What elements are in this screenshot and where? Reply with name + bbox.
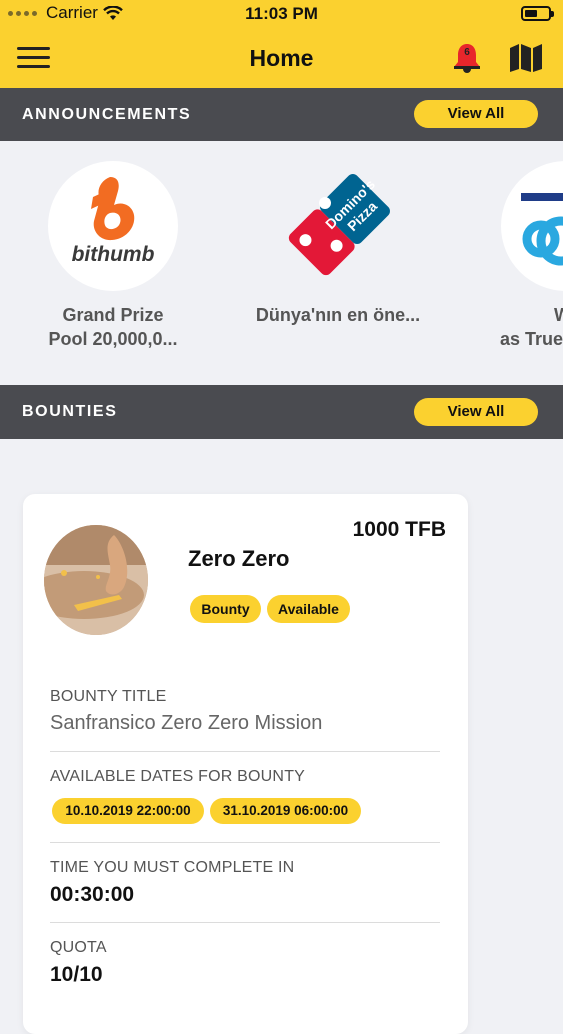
bounties-title: BOUNTIES bbox=[22, 403, 118, 420]
clock: 11:03 PM bbox=[245, 4, 318, 23]
bounty-photo bbox=[44, 525, 148, 635]
quota-value: 10/10 bbox=[50, 963, 103, 986]
dates-label: AVAILABLE DATES FOR BOUNTY bbox=[50, 768, 306, 785]
announcement-text: Grand Prize Pool 20,000,0... bbox=[48, 305, 178, 349]
bounty-card[interactable]: Zero Zero 1000 TFB Bounty Available BOUN… bbox=[23, 494, 468, 1034]
announcements-view-all-button[interactable]: View All bbox=[414, 100, 538, 128]
announcement-card-partial[interactable]: W as TrueB bbox=[476, 161, 563, 351]
divider bbox=[50, 751, 440, 752]
announcement-card-dominos[interactable]: Domino's Pizza Dünya'nın en öne... bbox=[248, 161, 428, 327]
bounty-name: Zero Zero bbox=[188, 546, 290, 571]
bounties-view-all-button[interactable]: View All bbox=[414, 398, 538, 426]
announcement-text: W as TrueB bbox=[500, 305, 563, 349]
announcements-header: ANNOUNCEMENTS View All bbox=[0, 88, 563, 142]
bithumb-wordmark: bithumb bbox=[71, 243, 155, 266]
top-navbar: Home 6 bbox=[0, 28, 563, 88]
end-date-badge: 31.10.2019 06:00:00 bbox=[210, 798, 361, 824]
battery-icon bbox=[521, 6, 554, 21]
status-badge: Available bbox=[267, 595, 350, 623]
bounty-reward: 1000 TFB bbox=[352, 518, 446, 541]
time-label: TIME YOU MUST COMPLETE IN bbox=[50, 859, 295, 876]
start-date-badge: 10.10.2019 22:00:00 bbox=[52, 798, 204, 824]
announcement-card-bithumb[interactable]: bithumb Grand Prize Pool 20,000,0... bbox=[23, 161, 203, 351]
announcements-carousel[interactable]: bithumb Grand Prize Pool 20,000,0... Dom… bbox=[0, 141, 563, 384]
bounty-title-label: BOUNTY TITLE bbox=[50, 688, 167, 705]
bounty-title-value: Sanfransico Zero Zero Mission bbox=[50, 712, 323, 734]
divider bbox=[50, 842, 440, 843]
announcements-title: ANNOUNCEMENTS bbox=[22, 106, 192, 123]
partner-logo bbox=[501, 161, 563, 291]
notification-count-badge: 6 bbox=[464, 47, 470, 58]
bounties-header: BOUNTIES View All bbox=[0, 385, 563, 439]
announcement-text: Dünya'nın en öne... bbox=[255, 305, 421, 325]
map-icon[interactable] bbox=[509, 43, 543, 73]
divider bbox=[50, 922, 440, 923]
notification-bell-button[interactable]: 6 bbox=[451, 41, 483, 75]
dominos-logo: Domino's Pizza bbox=[273, 161, 403, 291]
time-value: 00:30:00 bbox=[50, 883, 135, 906]
bithumb-logo: bithumb bbox=[48, 161, 178, 291]
bounty-type-tag: Bounty bbox=[190, 595, 261, 623]
quota-label: QUOTA bbox=[50, 939, 107, 956]
status-bar: Carrier 11:03 PM bbox=[0, 0, 563, 28]
